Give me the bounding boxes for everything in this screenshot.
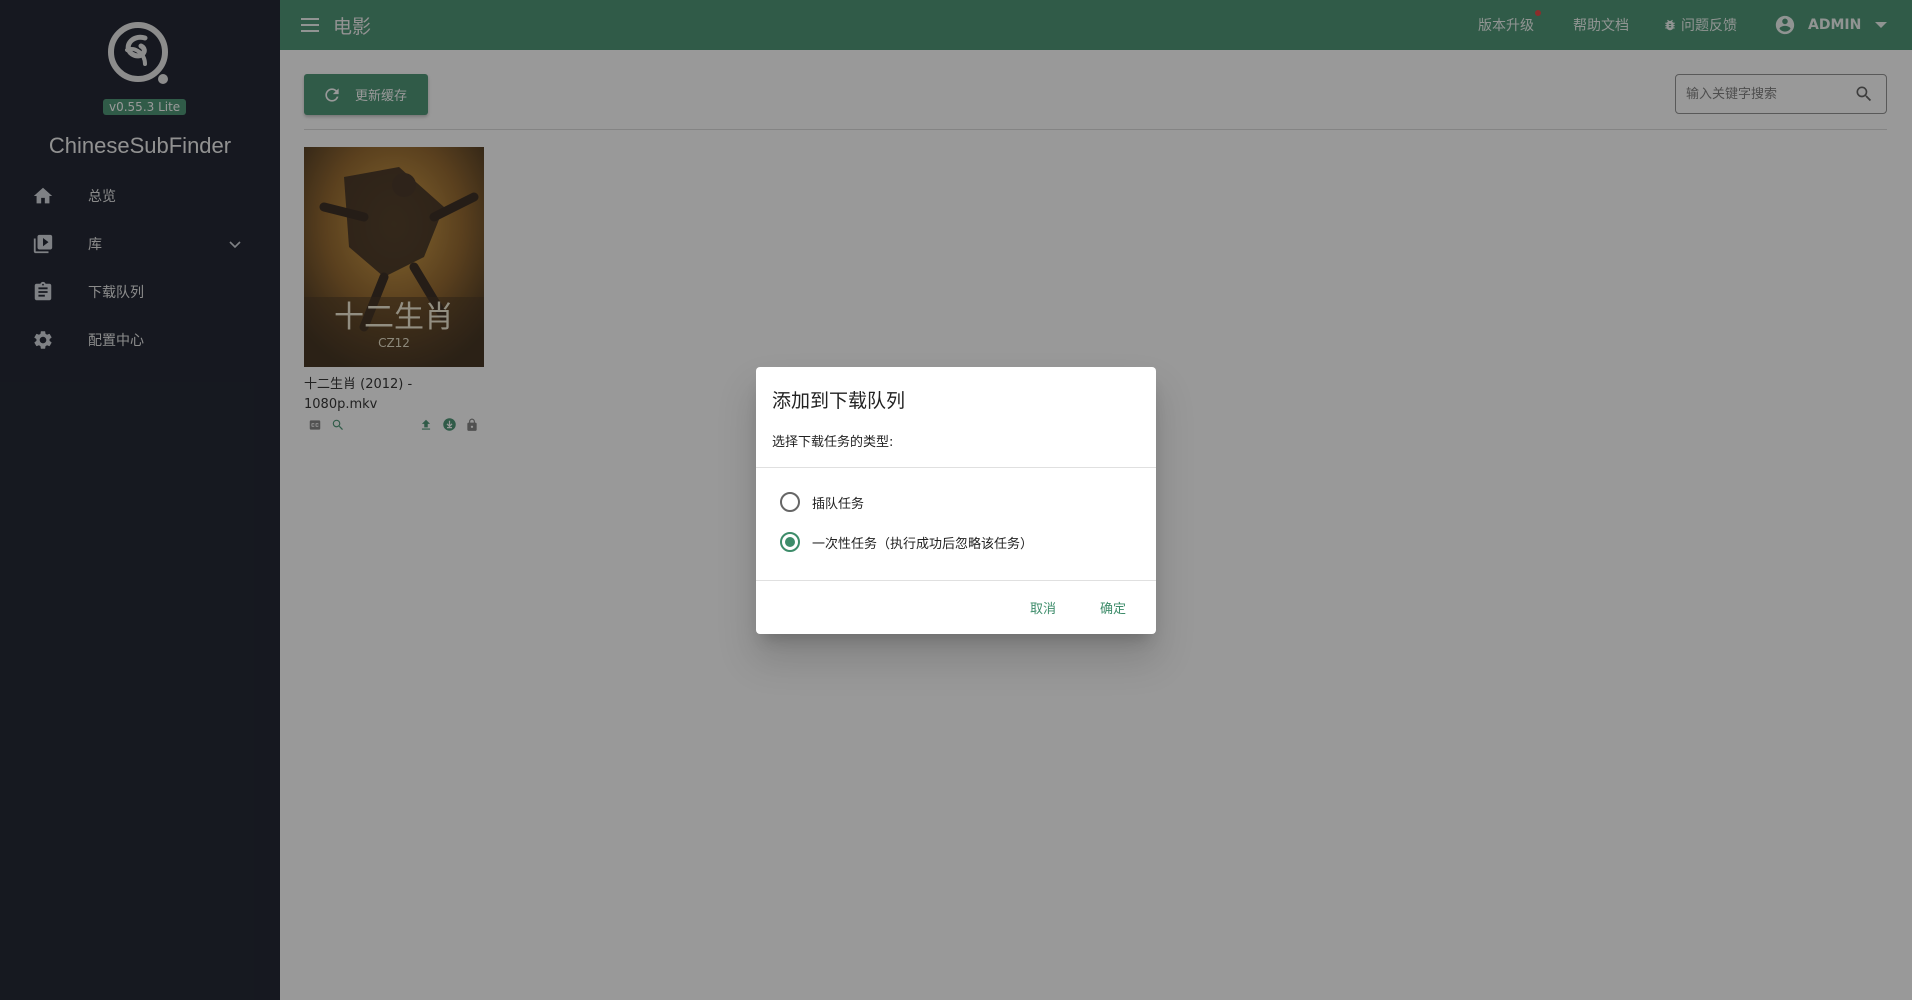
option-label: 一次性任务（执行成功后忽略该任务）	[812, 536, 1034, 552]
cancel-button[interactable]: 取消	[1024, 594, 1062, 621]
divider	[756, 467, 1156, 468]
confirm-button[interactable]: 确定	[1094, 594, 1132, 621]
dialog-subtitle: 选择下载任务的类型:	[772, 435, 894, 450]
option-label: 插队任务	[812, 496, 865, 512]
add-to-queue-dialog: 添加到下载队列 选择下载任务的类型: 插队任务 一次性任务（执行成功后忽略该任务…	[756, 367, 1156, 634]
divider	[756, 580, 1156, 581]
option-insert-task[interactable]: 插队任务	[780, 490, 864, 514]
radio-button-checked[interactable]	[780, 532, 800, 552]
option-one-time-task[interactable]: 一次性任务（执行成功后忽略该任务）	[780, 530, 1033, 554]
radio-button[interactable]	[780, 492, 800, 512]
dialog-title: 添加到下载队列	[772, 390, 906, 412]
